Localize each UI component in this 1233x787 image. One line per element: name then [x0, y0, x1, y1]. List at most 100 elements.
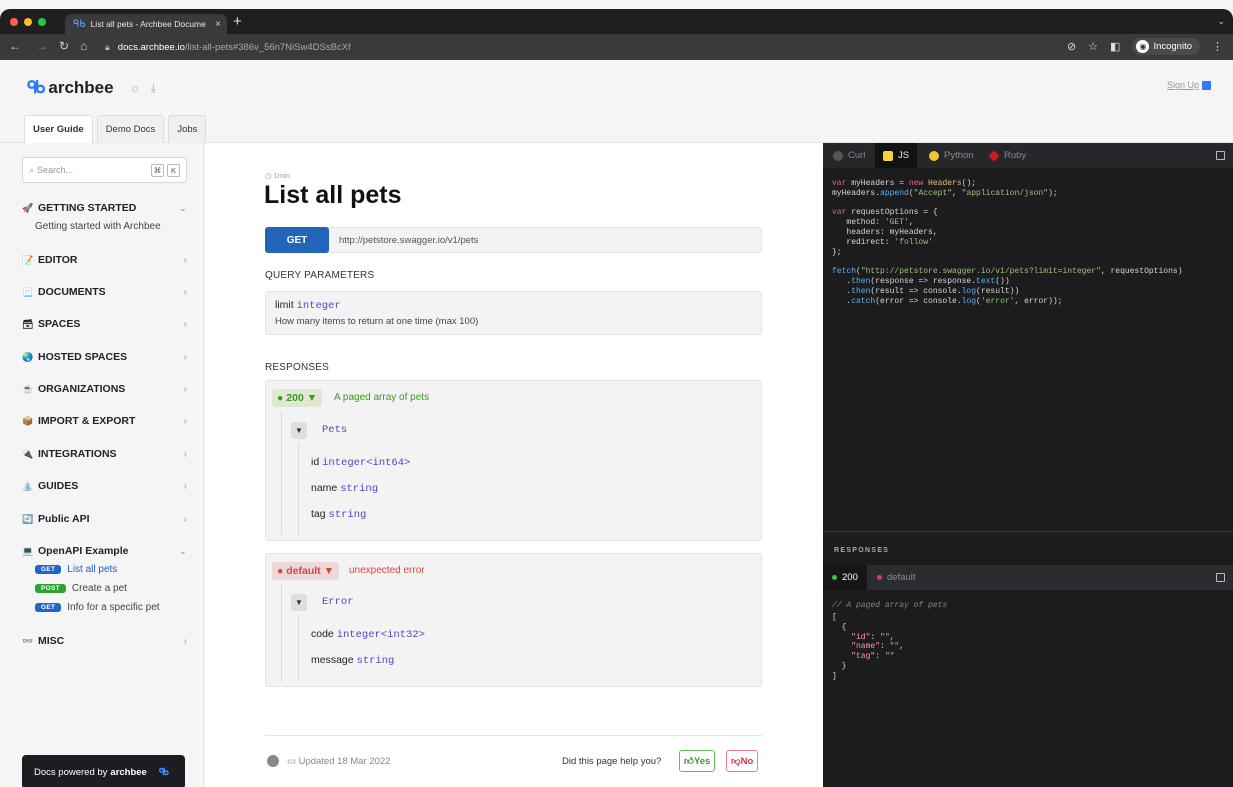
sidebar-item-label: SPACES	[38, 318, 81, 330]
status-default-toggle[interactable]: ● default ▼	[272, 562, 339, 580]
browser-menu-icon[interactable]: ⋮	[1212, 40, 1223, 53]
logo-text: archbee	[48, 78, 114, 97]
incognito-label: Incognito	[1153, 41, 1192, 52]
sidebar-subitem-create-a-pet[interactable]: POST Create a pet	[35, 583, 127, 594]
sidebar-item-guides[interactable]: ⛲ GUIDES ›	[22, 480, 187, 492]
feedback-no-button[interactable]: 👎︎ No	[726, 750, 759, 772]
sidebar-subitem-label: Getting started with Archbee	[35, 221, 161, 232]
read-time-label: 1min	[273, 171, 290, 180]
sign-up-link[interactable]: Sign Up	[1167, 80, 1211, 90]
footer-divider	[265, 735, 762, 736]
feedback-yes-button[interactable]: 👍︎ Yes	[679, 750, 716, 772]
search-placeholder: Search...	[37, 165, 74, 175]
sidebar-item-public-api[interactable]: 🔄 Public API ›	[22, 513, 187, 525]
home-icon[interactable]: ⌂	[80, 39, 87, 53]
computer-icon: 💻	[22, 545, 34, 556]
theme-toggle-sun-icon[interactable]: ☼	[130, 81, 141, 95]
response-tab-label: 200	[842, 572, 858, 583]
sidebar-item-integrations[interactable]: 🔌 INTEGRATIONS ›	[22, 448, 187, 460]
schema-field: message string	[311, 654, 394, 667]
field-name: code	[311, 628, 334, 640]
close-window-dot[interactable]	[10, 18, 18, 26]
sidebar-item-import-export[interactable]: 📦 IMPORT & EXPORT ›	[22, 415, 187, 427]
powered-by-text: Docs powered by	[34, 766, 108, 778]
curl-icon	[833, 150, 843, 161]
schema-field: name string	[311, 482, 378, 495]
back-arrow-icon[interactable]: ←	[9, 39, 21, 53]
sidebar-subitem-label: List all pets	[67, 564, 118, 575]
download-icon[interactable]: ⤓	[151, 81, 156, 96]
query-parameters-heading: QUERY PARAMETERS	[265, 270, 375, 281]
copy-code-icon[interactable]	[1216, 151, 1225, 160]
sidebar-item-editor[interactable]: 📝 EDITOR ›	[22, 254, 187, 266]
browser-tab-bar: ᑫᑲ List all pets - Archbee Docume × + ⌄	[0, 9, 1233, 34]
minimize-window-dot[interactable]	[24, 18, 32, 26]
chevron-down-icon: ⌄	[178, 202, 187, 214]
sign-in-arrow-icon	[1202, 80, 1211, 90]
thumbs-up-icon: 👍︎	[684, 756, 694, 767]
sidebar-item-label: MISC	[38, 635, 65, 647]
tab-curl[interactable]: Curl	[825, 143, 873, 168]
search-input[interactable]: ⌕ Search... ⌘ K	[22, 157, 187, 183]
response-tabs: 200 default	[823, 565, 1233, 590]
forward-arrow-icon[interactable]: →	[36, 39, 48, 53]
tab-js[interactable]: JS	[875, 143, 918, 168]
sidebar-subitem-list-all-pets[interactable]: GET List all pets	[35, 564, 117, 575]
coffee-icon: ☕	[22, 383, 34, 394]
powered-by-archbee-banner[interactable]: Docs powered by archbee ᑫᑲ	[22, 755, 185, 787]
status-code: default	[286, 565, 321, 577]
sidebar-item-hosted-spaces[interactable]: 🌏 HOSTED SPACES ›	[22, 351, 187, 363]
space-tabs: User Guide Demo Docs Jobs	[24, 115, 207, 143]
eye-slash-icon[interactable]: ⊘	[1067, 40, 1076, 53]
sidebar-item-getting-started[interactable]: 🚀 GETTING STARTED ⌄	[22, 202, 187, 214]
copy-response-icon[interactable]	[1216, 573, 1225, 582]
sign-up-label: Sign Up	[1166, 80, 1199, 90]
field-type: string	[340, 483, 378, 495]
status-200-toggle[interactable]: ● 200 ▼	[272, 389, 323, 407]
new-tab-icon[interactable]: +	[233, 13, 242, 30]
object-name: Pets	[322, 424, 348, 436]
clock-icon: ◷	[265, 171, 274, 180]
browser-tab[interactable]: ᑫᑲ List all pets - Archbee Docume ×	[65, 14, 227, 34]
field-name: name	[311, 482, 338, 494]
close-tab-icon[interactable]: ×	[215, 19, 221, 30]
response-tab-default[interactable]: default	[868, 565, 925, 590]
side-panel-icon[interactable]: ◧	[1110, 40, 1120, 53]
sidebar-item-misc[interactable]: 👓 MISC ›	[22, 635, 187, 647]
reload-icon[interactable]: ↻	[59, 39, 69, 53]
site-logo[interactable]: ᑫᑲ archbee ☼ ⤓	[27, 78, 156, 98]
tab-python[interactable]: Python	[921, 143, 982, 168]
response-description: unexpected error	[349, 565, 425, 576]
tab-user-guide[interactable]: User Guide	[24, 115, 93, 143]
calendar-icon: ▭	[287, 756, 299, 767]
sidebar-item-documents[interactable]: 📃 DOCUMENTS ›	[22, 286, 187, 298]
response-tab-200[interactable]: 200	[823, 565, 867, 590]
caret-down-icon: ▼	[320, 565, 334, 577]
tab-jobs[interactable]: Jobs	[168, 115, 207, 143]
maximize-window-dot[interactable]	[38, 18, 46, 26]
tab-demo-docs[interactable]: Demo Docs	[96, 115, 165, 143]
response-tab-label: default	[887, 572, 916, 583]
http-method-badge: GET	[265, 227, 329, 253]
sidebar-subitem-label: Info for a specific pet	[67, 602, 160, 613]
sidebar-item-spaces[interactable]: 🗃 SPACES ›	[22, 318, 187, 330]
read-time: ◷ 1min	[265, 171, 290, 180]
collapse-object-toggle[interactable]: ▼	[291, 594, 307, 611]
incognito-badge[interactable]: ◉ Incognito	[1132, 38, 1200, 55]
sidebar-item-organizations[interactable]: ☕ ORGANIZATIONS ›	[22, 383, 187, 395]
sidebar-item-label: ORGANIZATIONS	[38, 383, 126, 395]
sidebar-subitem-getting-started-with-archbee[interactable]: Getting started with Archbee	[35, 221, 161, 232]
sidebar-subitem-info-for-a-specific-pet[interactable]: GET Info for a specific pet	[35, 602, 160, 613]
powered-by-brand: archbee	[110, 766, 147, 778]
collapse-object-toggle[interactable]: ▼	[291, 422, 307, 439]
bookmark-star-icon[interactable]: ☆	[1088, 40, 1098, 53]
url-field[interactable]: 🔒︎ docs.archbee.io/list-all-pets#386v_56…	[99, 37, 1219, 57]
lock-icon: 🔒︎	[105, 41, 110, 52]
chevron-right-icon: ›	[183, 480, 187, 492]
tab-search-chevron-icon[interactable]: ⌄	[1217, 16, 1225, 27]
tab-ruby[interactable]: Ruby	[981, 143, 1034, 168]
rocket-icon: 🚀	[22, 202, 34, 213]
main-content: ◷ 1min List all pets GET http://petstore…	[205, 143, 823, 787]
sidebar-item-openapi-example[interactable]: 💻 OpenAPI Example ⌄	[22, 545, 187, 557]
glasses-icon: 👓	[22, 635, 34, 646]
